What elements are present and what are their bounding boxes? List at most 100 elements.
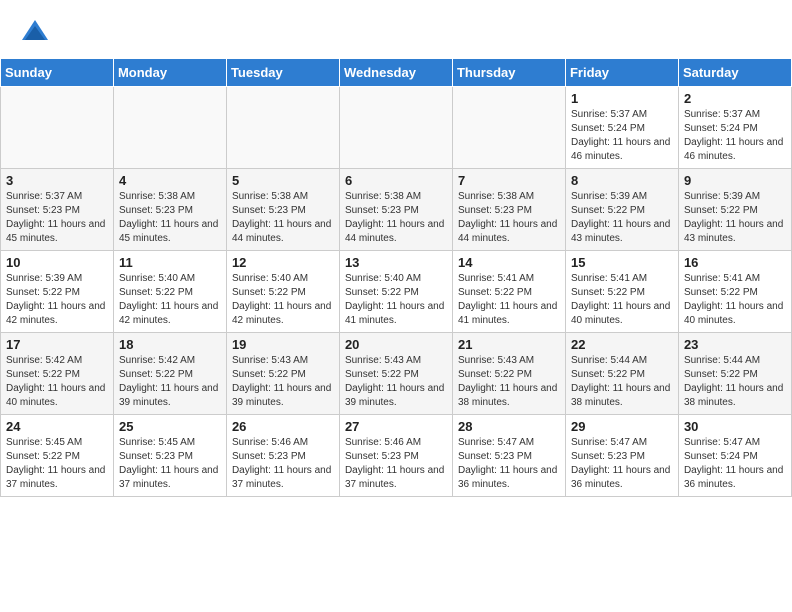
day-number: 3 xyxy=(6,173,108,188)
calendar-cell: 28 Sunrise: 5:47 AM Sunset: 5:23 PM Dayli… xyxy=(452,415,565,497)
calendar-cell xyxy=(339,87,452,169)
calendar-cell: 16 Sunrise: 5:41 AM Sunset: 5:22 PM Dayli… xyxy=(678,251,791,333)
calendar-cell: 18Sunrise: 5:42 AM Sunset: 5:22 PM Dayli… xyxy=(113,333,226,415)
calendar-cell: 27Sunrise: 5:46 AM Sunset: 5:23 PM Dayli… xyxy=(339,415,452,497)
day-number: 25 xyxy=(119,419,221,434)
day-number: 14 xyxy=(458,255,560,270)
header-monday: Monday xyxy=(113,59,226,87)
day-info: Sunrise: 5:43 AM Sunset: 5:22 PM Dayligh… xyxy=(345,354,447,410)
header-wednesday: Wednesday xyxy=(339,59,452,87)
calendar-cell: 17 Sunrise: 5:42 AM Sunset: 5:22 PM Dayli… xyxy=(1,333,114,415)
day-number: 4 xyxy=(119,173,221,188)
calendar-cell: 4Sunrise: 5:38 AM Sunset: 5:23 PM Daylig… xyxy=(113,169,226,251)
header-thursday: Thursday xyxy=(452,59,565,87)
calendar-cell: 30 Sunrise: 5:47 AM Sunset: 5:24 PM Dayli… xyxy=(678,415,791,497)
day-info: Sunrise: 5:41 AM Sunset: 5:22 PM Dayligh… xyxy=(458,272,560,328)
header-tuesday: Tuesday xyxy=(226,59,339,87)
day-number: 28 xyxy=(458,419,560,434)
calendar-cell xyxy=(452,87,565,169)
calendar-cell: 6 Sunrise: 5:38 AM Sunset: 5:23 PM Daylig… xyxy=(339,169,452,251)
calendar-cell: 13 Sunrise: 5:40 AM Sunset: 5:22 PM Dayli… xyxy=(339,251,452,333)
header-saturday: Saturday xyxy=(678,59,791,87)
calendar-cell: 15 Sunrise: 5:41 AM Sunset: 5:22 PM Dayli… xyxy=(565,251,678,333)
calendar-cell xyxy=(226,87,339,169)
calendar-table: SundayMondayTuesdayWednesdayThursdayFrid… xyxy=(0,58,792,497)
day-info: Sunrise: 5:37 AM Sunset: 5:23 PM Dayligh… xyxy=(6,190,108,246)
day-info: Sunrise: 5:44 AM Sunset: 5:22 PM Dayligh… xyxy=(684,354,786,410)
day-info: Sunrise: 5:40 AM Sunset: 5:22 PM Dayligh… xyxy=(119,272,221,328)
calendar-cell: 7 Sunrise: 5:38 AM Sunset: 5:23 PM Daylig… xyxy=(452,169,565,251)
calendar-cell: 29 Sunrise: 5:47 AM Sunset: 5:23 PM Dayli… xyxy=(565,415,678,497)
day-info: Sunrise: 5:44 AM Sunset: 5:22 PM Dayligh… xyxy=(571,354,673,410)
day-number: 2 xyxy=(684,91,786,106)
day-info: Sunrise: 5:39 AM Sunset: 5:22 PM Dayligh… xyxy=(571,190,673,246)
day-info: Sunrise: 5:41 AM Sunset: 5:22 PM Dayligh… xyxy=(684,272,786,328)
day-info: Sunrise: 5:47 AM Sunset: 5:23 PM Dayligh… xyxy=(571,436,673,492)
day-number: 17 xyxy=(6,337,108,352)
calendar-cell: 10 Sunrise: 5:39 AM Sunset: 5:22 PM Dayli… xyxy=(1,251,114,333)
day-number: 8 xyxy=(571,173,673,188)
day-number: 9 xyxy=(684,173,786,188)
calendar-cell: 11 Sunrise: 5:40 AM Sunset: 5:22 PM Dayli… xyxy=(113,251,226,333)
day-info: Sunrise: 5:37 AM Sunset: 5:24 PM Dayligh… xyxy=(571,108,673,164)
day-number: 1 xyxy=(571,91,673,106)
day-info: Sunrise: 5:43 AM Sunset: 5:22 PM Dayligh… xyxy=(458,354,560,410)
day-info: Sunrise: 5:38 AM Sunset: 5:23 PM Dayligh… xyxy=(345,190,447,246)
day-info: Sunrise: 5:42 AM Sunset: 5:22 PM Dayligh… xyxy=(119,354,221,410)
calendar-week-1: 1 Sunrise: 5:37 AM Sunset: 5:24 PM Daylig… xyxy=(1,87,792,169)
day-number: 16 xyxy=(684,255,786,270)
day-info: Sunrise: 5:39 AM Sunset: 5:22 PM Dayligh… xyxy=(6,272,108,328)
day-info: Sunrise: 5:47 AM Sunset: 5:23 PM Dayligh… xyxy=(458,436,560,492)
calendar-cell: 8 Sunrise: 5:39 AM Sunset: 5:22 PM Daylig… xyxy=(565,169,678,251)
day-info: Sunrise: 5:41 AM Sunset: 5:22 PM Dayligh… xyxy=(571,272,673,328)
calendar-cell: 20 Sunrise: 5:43 AM Sunset: 5:22 PM Dayli… xyxy=(339,333,452,415)
day-number: 5 xyxy=(232,173,334,188)
logo-icon xyxy=(20,18,50,48)
day-number: 22 xyxy=(571,337,673,352)
day-number: 24 xyxy=(6,419,108,434)
day-info: Sunrise: 5:42 AM Sunset: 5:22 PM Dayligh… xyxy=(6,354,108,410)
day-info: Sunrise: 5:40 AM Sunset: 5:22 PM Dayligh… xyxy=(345,272,447,328)
day-number: 7 xyxy=(458,173,560,188)
calendar-cell: 23 Sunrise: 5:44 AM Sunset: 5:22 PM Dayli… xyxy=(678,333,791,415)
day-info: Sunrise: 5:37 AM Sunset: 5:24 PM Dayligh… xyxy=(684,108,786,164)
calendar-header-row: SundayMondayTuesdayWednesdayThursdayFrid… xyxy=(1,59,792,87)
calendar-week-3: 10 Sunrise: 5:39 AM Sunset: 5:22 PM Dayli… xyxy=(1,251,792,333)
day-info: Sunrise: 5:46 AM Sunset: 5:23 PM Dayligh… xyxy=(232,436,334,492)
day-number: 15 xyxy=(571,255,673,270)
day-info: Sunrise: 5:38 AM Sunset: 5:23 PM Dayligh… xyxy=(458,190,560,246)
day-info: Sunrise: 5:43 AM Sunset: 5:22 PM Dayligh… xyxy=(232,354,334,410)
day-number: 20 xyxy=(345,337,447,352)
calendar-cell xyxy=(1,87,114,169)
calendar-cell: 12Sunrise: 5:40 AM Sunset: 5:22 PM Dayli… xyxy=(226,251,339,333)
calendar-cell: 1 Sunrise: 5:37 AM Sunset: 5:24 PM Daylig… xyxy=(565,87,678,169)
day-number: 27 xyxy=(345,419,447,434)
calendar-cell: 26Sunrise: 5:46 AM Sunset: 5:23 PM Dayli… xyxy=(226,415,339,497)
day-number: 23 xyxy=(684,337,786,352)
day-info: Sunrise: 5:45 AM Sunset: 5:22 PM Dayligh… xyxy=(6,436,108,492)
calendar-cell: 21 Sunrise: 5:43 AM Sunset: 5:22 PM Dayli… xyxy=(452,333,565,415)
day-number: 21 xyxy=(458,337,560,352)
calendar-cell: 25Sunrise: 5:45 AM Sunset: 5:23 PM Dayli… xyxy=(113,415,226,497)
day-number: 29 xyxy=(571,419,673,434)
day-number: 12 xyxy=(232,255,334,270)
day-info: Sunrise: 5:47 AM Sunset: 5:24 PM Dayligh… xyxy=(684,436,786,492)
logo xyxy=(20,18,54,48)
day-number: 13 xyxy=(345,255,447,270)
calendar-cell: 19Sunrise: 5:43 AM Sunset: 5:22 PM Dayli… xyxy=(226,333,339,415)
calendar-week-2: 3 Sunrise: 5:37 AM Sunset: 5:23 PM Daylig… xyxy=(1,169,792,251)
day-number: 11 xyxy=(119,255,221,270)
calendar-cell: 9Sunrise: 5:39 AM Sunset: 5:22 PM Daylig… xyxy=(678,169,791,251)
calendar-cell: 5 Sunrise: 5:38 AM Sunset: 5:23 PM Daylig… xyxy=(226,169,339,251)
calendar-cell xyxy=(113,87,226,169)
calendar-cell: 14 Sunrise: 5:41 AM Sunset: 5:22 PM Dayli… xyxy=(452,251,565,333)
day-number: 30 xyxy=(684,419,786,434)
header-friday: Friday xyxy=(565,59,678,87)
day-number: 10 xyxy=(6,255,108,270)
calendar-cell: 22 Sunrise: 5:44 AM Sunset: 5:22 PM Dayli… xyxy=(565,333,678,415)
header-sunday: Sunday xyxy=(1,59,114,87)
day-number: 6 xyxy=(345,173,447,188)
day-info: Sunrise: 5:38 AM Sunset: 5:23 PM Dayligh… xyxy=(232,190,334,246)
calendar-cell: 3 Sunrise: 5:37 AM Sunset: 5:23 PM Daylig… xyxy=(1,169,114,251)
page-header xyxy=(0,0,792,58)
